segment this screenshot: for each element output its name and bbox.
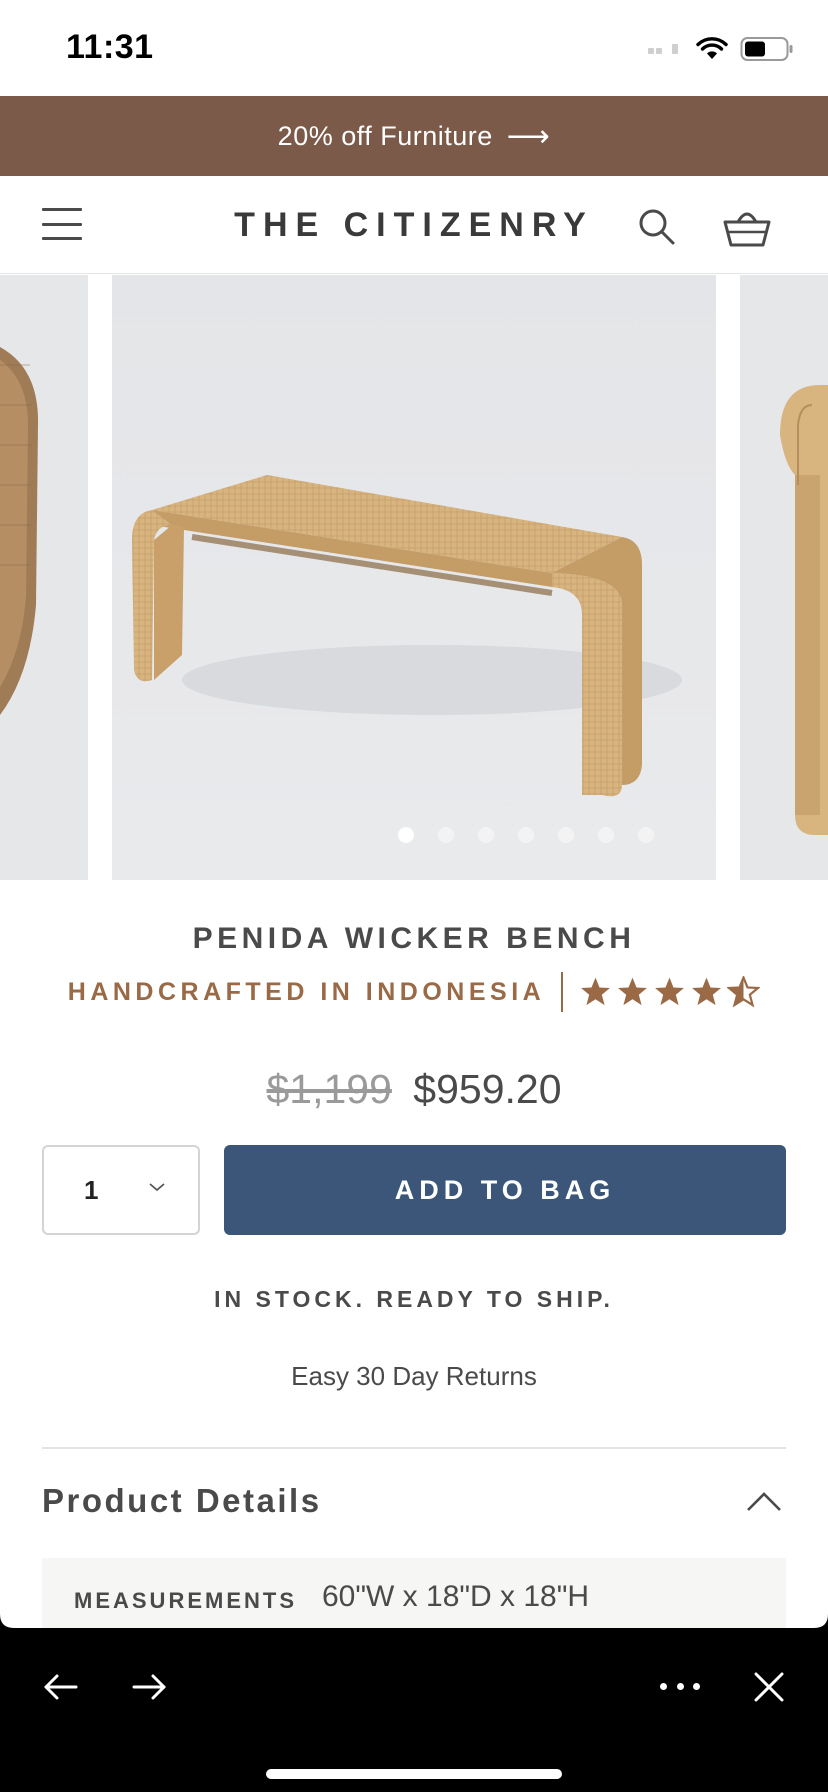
add-to-bag-button[interactable]: ADD TO BAG xyxy=(224,1145,786,1235)
carousel-dot[interactable] xyxy=(638,827,654,843)
product-image-carousel[interactable] xyxy=(0,275,828,880)
divider xyxy=(561,972,564,1012)
product-image-bench xyxy=(112,275,716,880)
browser-toolbar xyxy=(0,1614,828,1792)
search-icon[interactable] xyxy=(636,206,676,246)
carousel-dot[interactable] xyxy=(518,827,534,843)
site-header: THE CITIZENRY xyxy=(0,176,828,274)
carousel-dot[interactable] xyxy=(478,827,494,843)
cellular-signal-icon xyxy=(648,44,678,54)
price-sale: $959.20 xyxy=(413,1066,562,1112)
price-original: $1,199 xyxy=(266,1066,392,1112)
price-row: $1,199 $959.20 xyxy=(0,1066,828,1113)
chevron-down-icon xyxy=(149,1183,165,1192)
carousel-pagination xyxy=(112,827,716,843)
chevron-up-icon[interactable] xyxy=(744,1488,784,1516)
brand-logo[interactable]: THE CITIZENRY xyxy=(0,206,828,245)
quantity-select[interactable]: 1 xyxy=(42,1145,200,1235)
star-full-icon xyxy=(692,977,722,1006)
carousel-slide-next[interactable] xyxy=(740,275,828,880)
star-full-icon xyxy=(655,977,685,1006)
corner-shape xyxy=(814,1614,828,1628)
battery-icon xyxy=(740,37,793,61)
corner-shape xyxy=(0,1614,14,1628)
promo-text: 20% off Furniture xyxy=(277,120,493,151)
carousel-dot[interactable] xyxy=(438,827,454,843)
measurements-label: MEASUREMENTS xyxy=(74,1588,298,1613)
returns-policy[interactable]: Easy 30 Day Returns xyxy=(0,1361,828,1392)
status-bar: 11:31 xyxy=(0,0,828,96)
quantity-value: 1 xyxy=(84,1175,99,1205)
product-subtitle-row: HANDCRAFTED IN INDONESIA xyxy=(0,970,828,1014)
product-details-panel: MEASUREMENTS 60"W x 18"D x 18"H xyxy=(42,1558,786,1630)
star-full-icon xyxy=(618,977,648,1006)
forward-arrow-icon[interactable] xyxy=(130,1672,168,1702)
product-image-previous xyxy=(0,347,39,715)
back-arrow-icon[interactable] xyxy=(42,1672,80,1702)
carousel-slide-current[interactable] xyxy=(112,275,716,880)
promo-banner[interactable]: 20% off Furniture ⟶ xyxy=(0,96,828,176)
star-half-icon xyxy=(727,976,761,1008)
stock-status: IN STOCK. READY TO SHIP. xyxy=(214,1286,614,1312)
arrow-right-icon: ⟶ xyxy=(506,119,551,153)
status-icons xyxy=(644,36,794,62)
more-options-icon[interactable] xyxy=(660,1678,700,1694)
measurements-value: 60"W x 18"D x 18"H xyxy=(322,1580,590,1613)
section-divider xyxy=(42,1447,786,1449)
rating-stars[interactable] xyxy=(579,976,761,1008)
cart-icon[interactable] xyxy=(722,204,772,248)
carousel-dot[interactable] xyxy=(598,827,614,843)
carousel-slide-previous[interactable] xyxy=(0,275,88,880)
carousel-dot[interactable] xyxy=(558,827,574,843)
carousel-dot[interactable] xyxy=(398,827,414,843)
home-indicator[interactable] xyxy=(266,1769,562,1779)
product-image-next xyxy=(780,385,828,835)
star-full-icon xyxy=(581,977,611,1006)
product-origin: HANDCRAFTED IN INDONESIA xyxy=(67,977,546,1006)
close-icon[interactable] xyxy=(752,1670,786,1704)
product-details-heading[interactable]: Product Details xyxy=(42,1482,322,1520)
wifi-icon xyxy=(696,37,728,59)
product-title: PENIDA WICKER BENCH xyxy=(192,922,636,955)
status-time: 11:31 xyxy=(66,28,154,66)
